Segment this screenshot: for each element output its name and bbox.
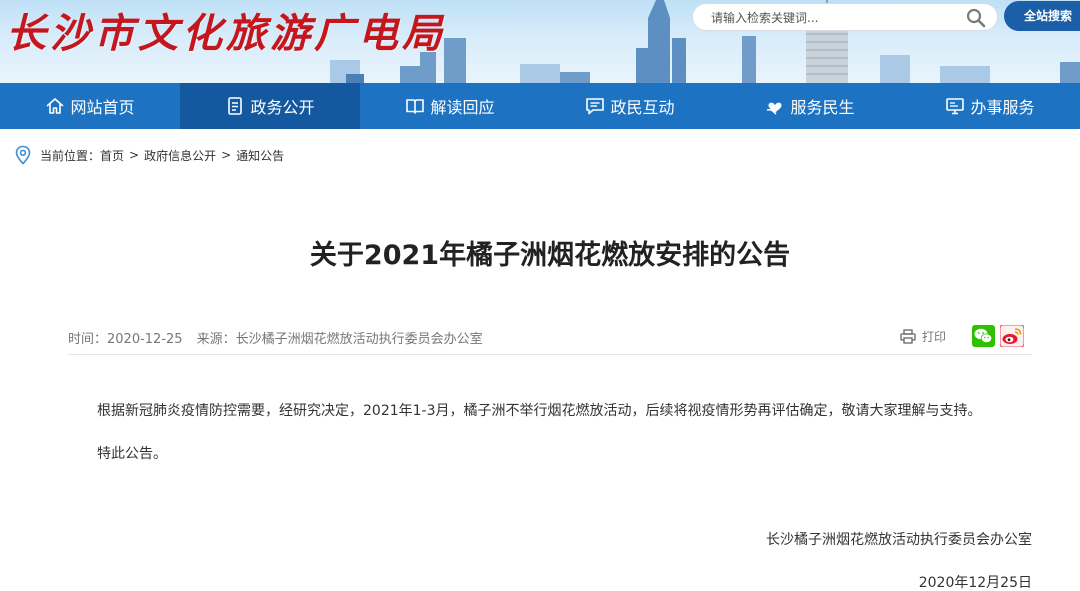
article-tools: 打印 <box>900 323 1025 349</box>
main-nav: 网站首页 政务公开 解读回应 政民互动 服务民生 办事服务 <box>0 83 1080 129</box>
print-label: 打印 <box>922 329 947 344</box>
search-icon[interactable] <box>966 8 986 28</box>
article-meta: 时间：2020-12-25 来源：长沙橘子洲烟花燃放活动执行委员会办公室 <box>68 328 483 347</box>
search-box <box>692 3 998 31</box>
article-paragraph: 特此公告。 <box>97 446 167 462</box>
article-title: 关于2021年橘子洲烟花燃放安排的公告 <box>309 240 791 271</box>
publish-time: 2020-12-25 <box>107 332 183 347</box>
document-icon <box>228 97 243 115</box>
chat-icon <box>586 98 605 115</box>
printer-icon <box>900 328 916 344</box>
wechat-share-icon[interactable] <box>972 325 996 347</box>
nav-item-interaction[interactable]: 政民互动 <box>540 83 720 129</box>
time-label: 时间： <box>68 332 108 347</box>
site-logo[interactable]: 长沙市文化旅游广电局 <box>6 4 446 64</box>
computer-icon <box>946 98 965 115</box>
meta-divider <box>68 354 1032 355</box>
nav-item-label: 解读回应 <box>430 98 495 117</box>
nav-item-label: 办事服务 <box>970 98 1035 117</box>
print-button[interactable]: 打印 <box>900 328 946 345</box>
heart-hand-icon <box>767 102 782 115</box>
breadcrumb-separator: > <box>221 148 232 162</box>
nav-item-livelihood[interactable]: 服务民生 <box>720 83 900 129</box>
nav-item-home[interactable]: 网站首页 <box>0 83 180 129</box>
article-source: 长沙橘子洲烟花燃放活动执行委员会办公室 <box>235 332 483 347</box>
article-date: 2020年12月25日 <box>918 575 1032 591</box>
location-pin-icon <box>15 145 31 165</box>
site-search-button[interactable]: 全站搜索 <box>1004 1 1080 31</box>
nav-item-label: 政民互动 <box>610 98 675 117</box>
breadcrumb: 当前位置： 首页 > 政府信息公开 > 通知公告 <box>14 145 284 165</box>
nav-item-label: 网站首页 <box>70 98 135 117</box>
nav-item-label: 政务公开 <box>250 98 315 117</box>
home-icon <box>46 98 65 114</box>
book-icon <box>406 99 425 114</box>
source-label: 来源： <box>196 332 236 347</box>
weibo-share-icon[interactable] <box>1000 325 1025 347</box>
nav-item-interpretation[interactable]: 解读回应 <box>360 83 540 129</box>
header-banner: 长沙市文化旅游广电局 全站搜索 <box>0 0 1080 83</box>
article-signature: 长沙橘子洲烟花燃放活动执行委员会办公室 <box>766 532 1032 548</box>
nav-item-government-affairs[interactable]: 政务公开 <box>180 83 360 129</box>
search-input[interactable] <box>711 8 961 28</box>
nav-item-label: 服务民生 <box>790 98 855 117</box>
breadcrumb-gov-info[interactable]: 政府信息公开 <box>144 147 216 164</box>
breadcrumb-separator: > <box>129 148 140 162</box>
article-paragraph: 根据新冠肺炎疫情防控需要，经研究决定，2021年1-3月，橘子洲不举行烟花燃放活… <box>97 403 982 419</box>
nav-item-services[interactable]: 办事服务 <box>900 83 1080 129</box>
breadcrumb-notices[interactable]: 通知公告 <box>236 147 284 164</box>
breadcrumb-prefix: 当前位置： <box>40 148 101 163</box>
breadcrumb-home[interactable]: 首页 <box>100 147 124 164</box>
